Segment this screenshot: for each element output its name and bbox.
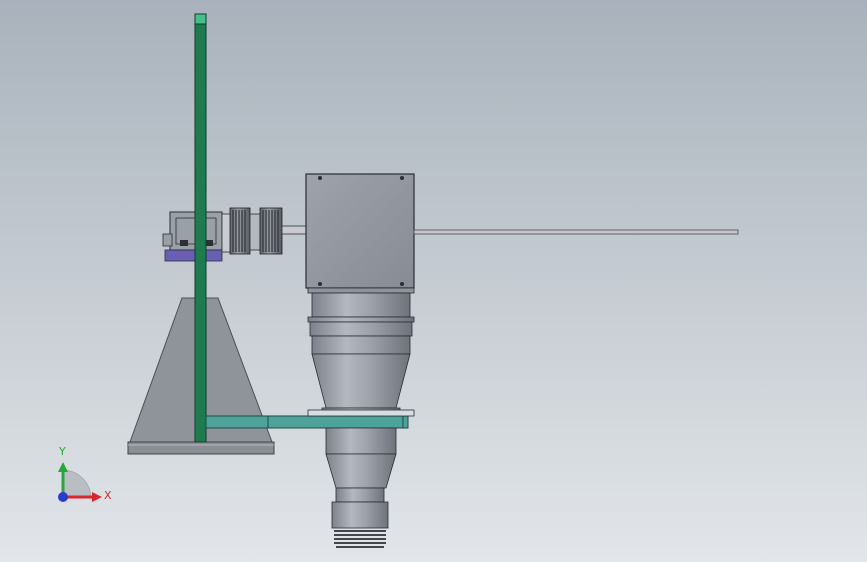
upper-cylinder[interactable] (307, 287, 415, 417)
cross-arm[interactable] (205, 415, 409, 429)
post-top-cap (194, 13, 207, 25)
x-axis-label: X (104, 489, 112, 502)
cad-graphics-viewport[interactable]: Y X (0, 0, 867, 562)
guide-rod[interactable] (413, 229, 739, 235)
camera-lens[interactable] (221, 207, 307, 255)
base-plate[interactable] (127, 441, 275, 455)
light-source-box[interactable] (305, 173, 415, 289)
coordinate-triad: Y X (58, 445, 112, 502)
vertical-post[interactable] (194, 13, 207, 443)
mount-block[interactable] (164, 249, 223, 262)
lower-cylinder[interactable] (325, 427, 397, 548)
y-axis-label: Y (58, 445, 66, 458)
assembly-drawing[interactable]: Y X (0, 0, 867, 562)
